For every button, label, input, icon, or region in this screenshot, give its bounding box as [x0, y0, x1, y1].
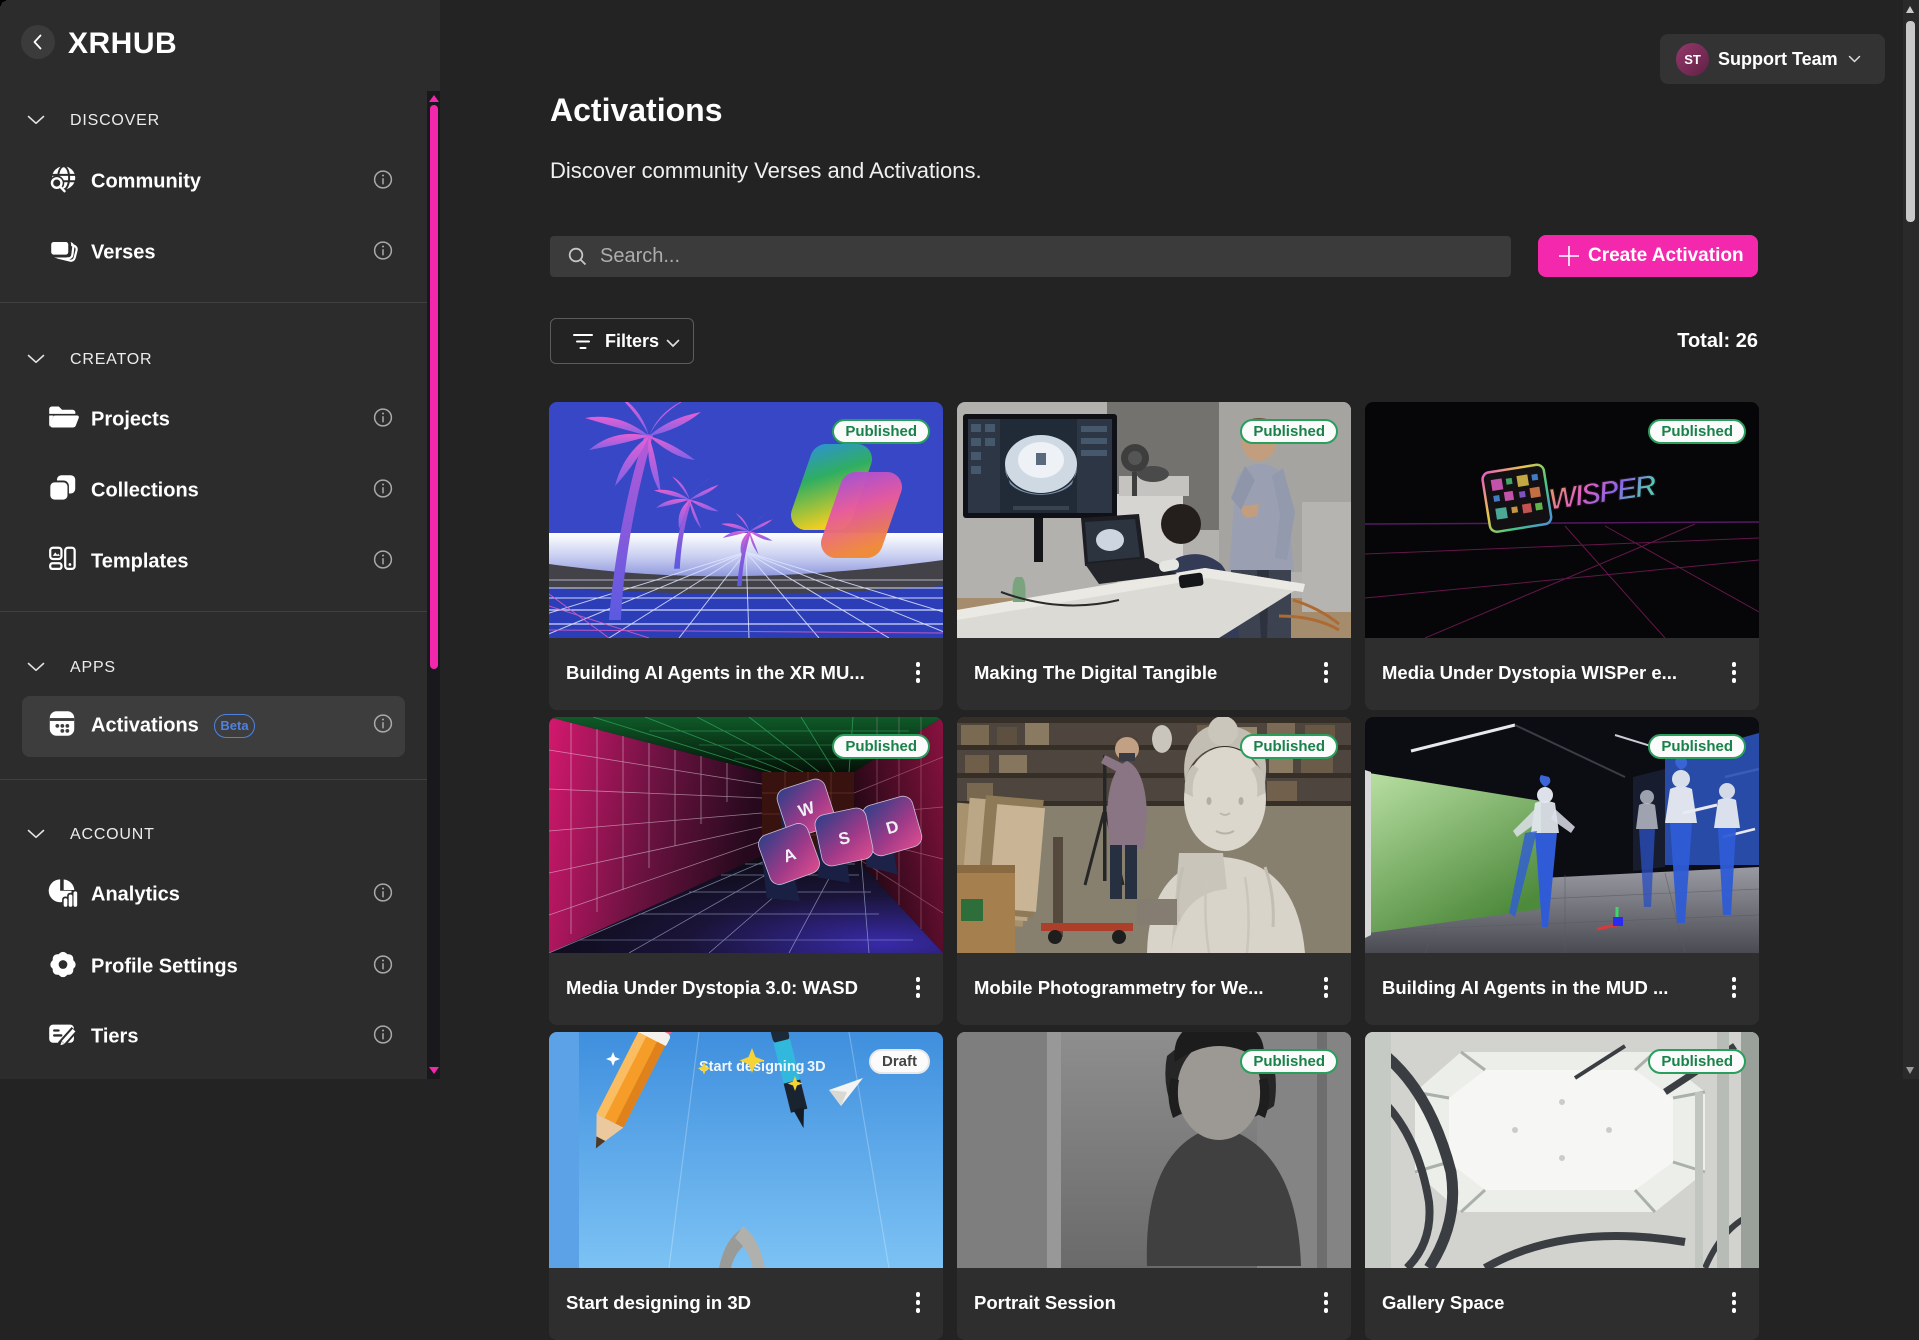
- svg-text:3D: 3D: [807, 1059, 826, 1075]
